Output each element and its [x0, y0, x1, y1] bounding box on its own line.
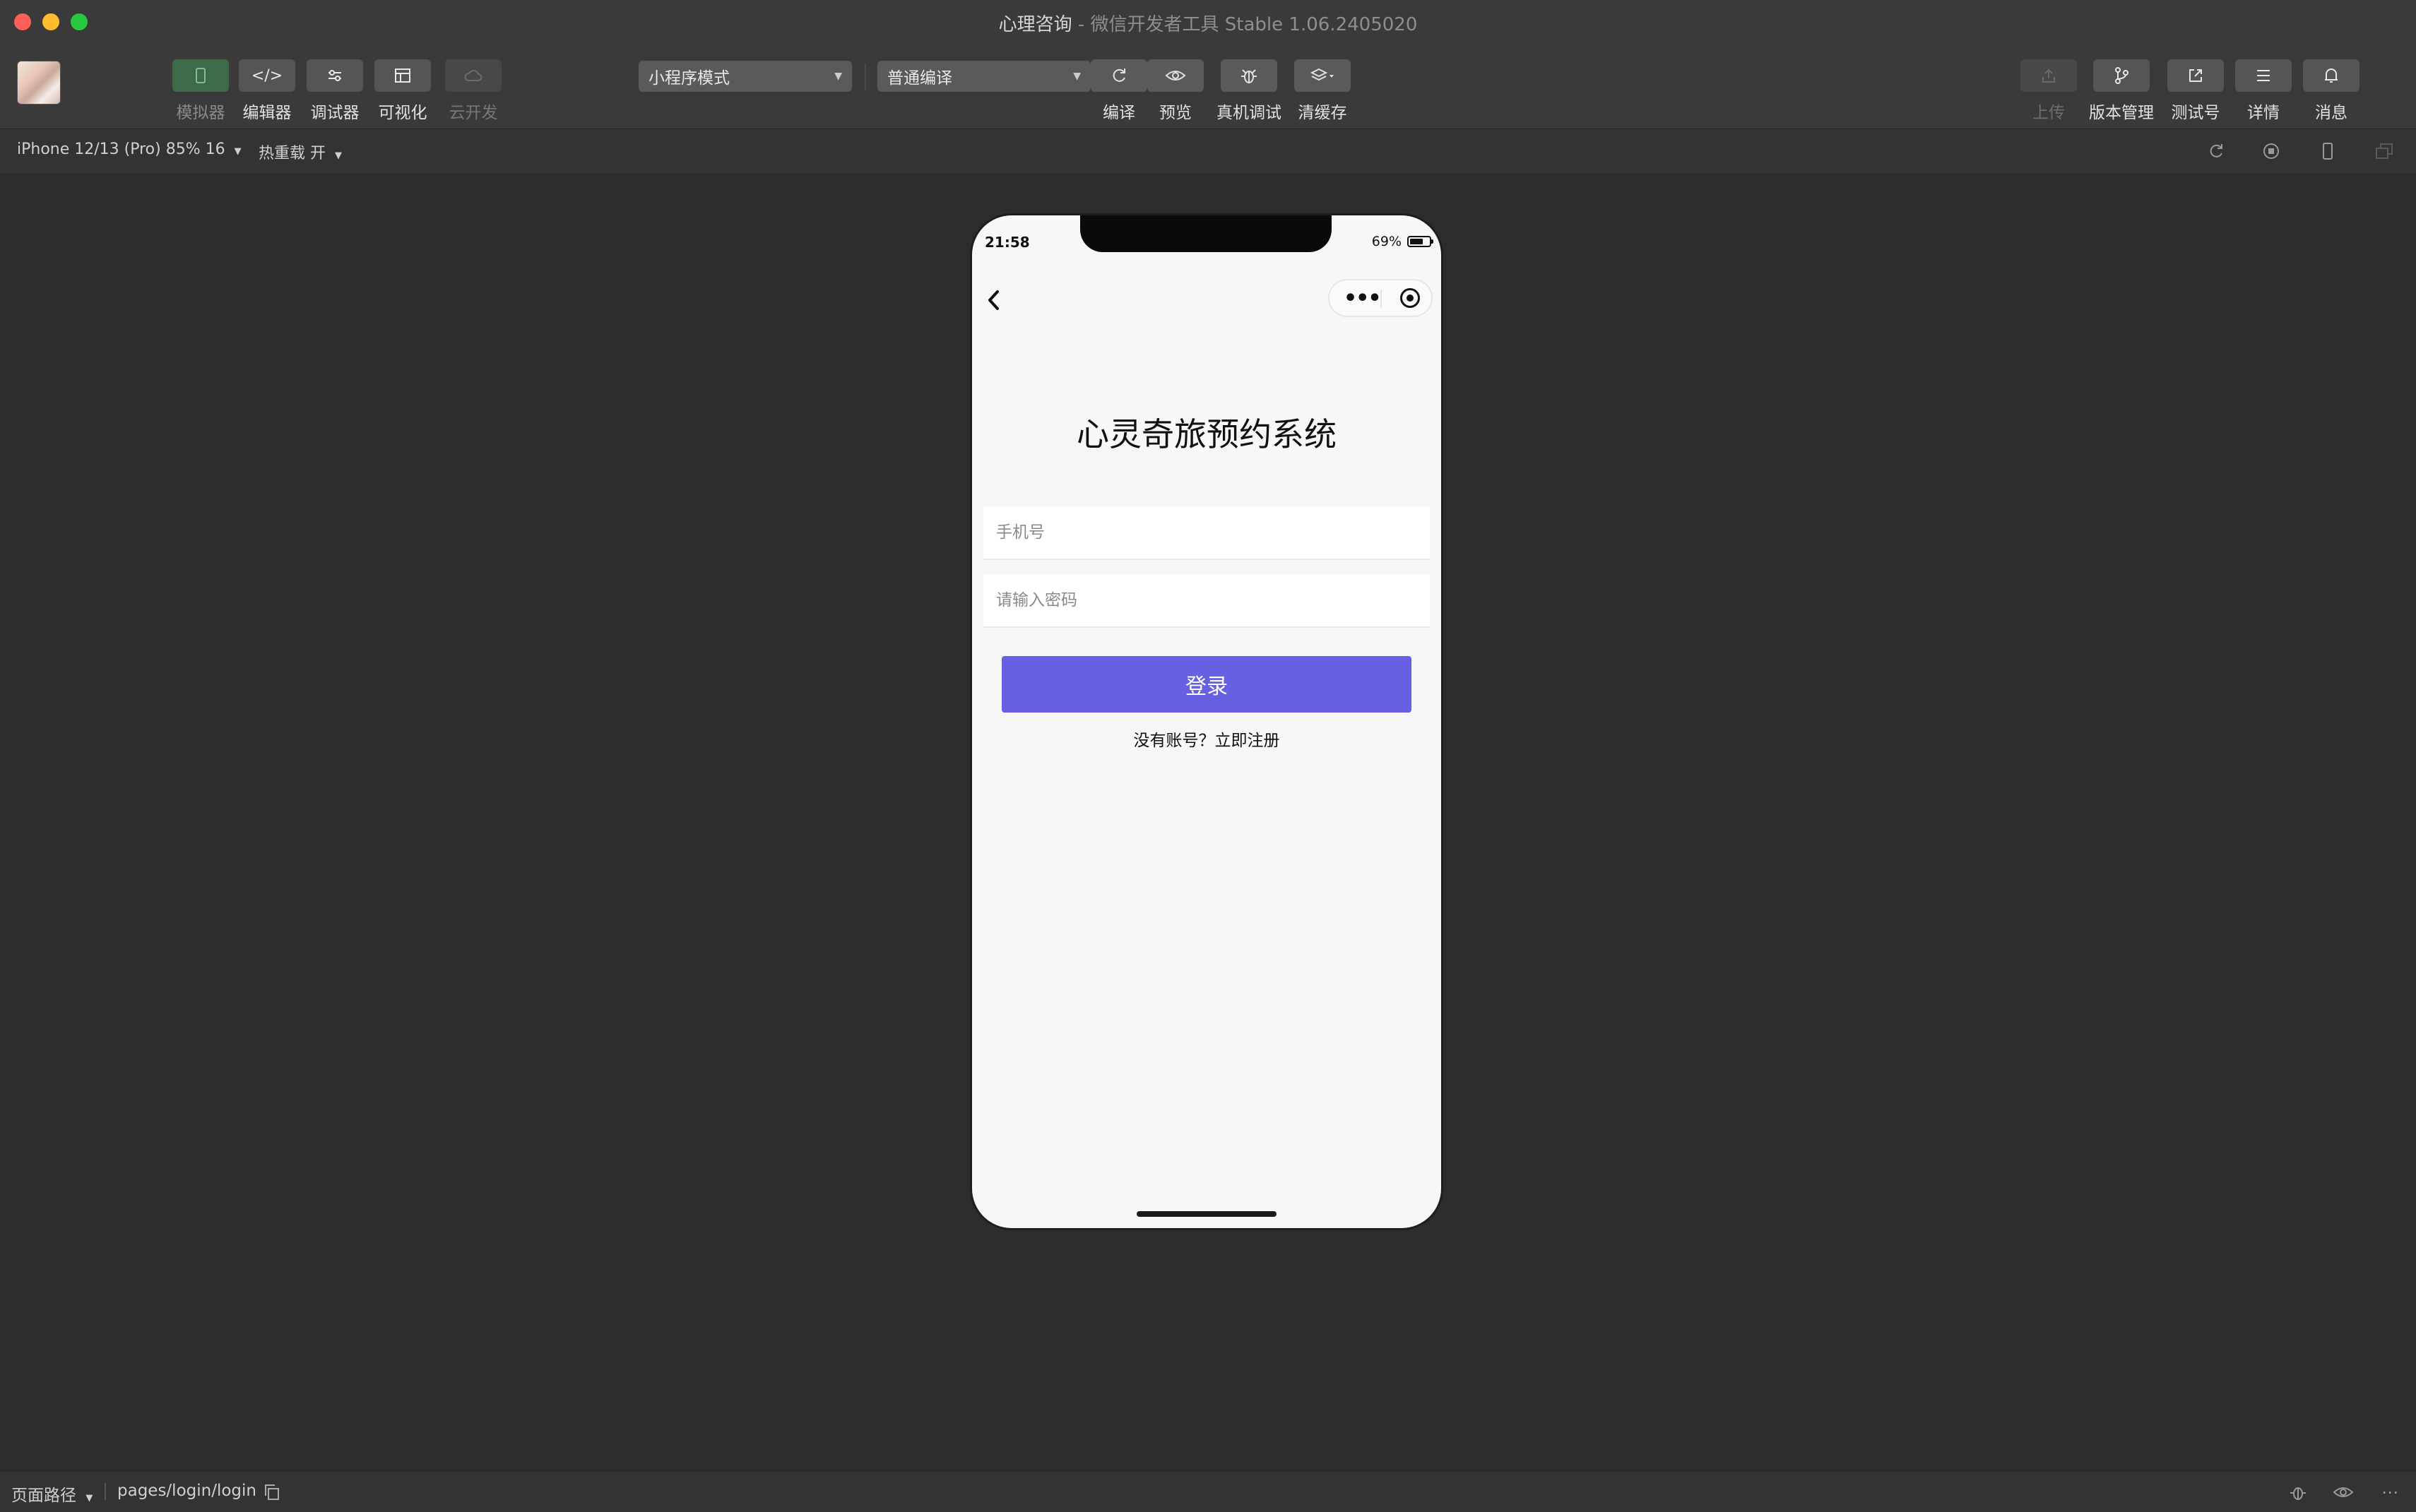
sliders-icon: [307, 59, 363, 92]
branch-icon: [2093, 59, 2150, 92]
simulator-label: 模拟器: [176, 104, 225, 122]
version-control-label: 版本管理: [2089, 104, 2154, 122]
compile-select-value: 普通编译: [887, 69, 952, 88]
bug-icon[interactable]: [2286, 1480, 2310, 1504]
page-title: 心灵奇旅预约系统: [1077, 415, 1337, 453]
stop-icon[interactable]: [2261, 141, 2282, 162]
caret-down-icon: ▼: [335, 150, 342, 161]
phone-notch: [1080, 215, 1332, 252]
visual-label: 可视化: [378, 104, 427, 122]
compile-button[interactable]: 编译: [1091, 59, 1147, 123]
simulator-button[interactable]: 模拟器: [165, 59, 236, 123]
hot-reload-value: 热重载 开: [259, 145, 326, 162]
debugger-button[interactable]: 调试器: [300, 59, 370, 123]
debugger-label: 调试器: [310, 104, 360, 122]
window-title: 心理咨询 - 微信开发者工具 Stable 1.06.2405020: [0, 10, 2416, 36]
phone-icon: [172, 59, 229, 92]
phone-number-field[interactable]: [983, 506, 1430, 560]
clear-cache-label: 清缓存: [1298, 104, 1347, 122]
bell-icon: [2303, 59, 2359, 92]
title-bar: 心理咨询 - 微信开发者工具 Stable 1.06.2405020: [0, 0, 2416, 42]
bottom-status-bar: 页面路径 ▼ pages/login/login ⋯: [0, 1471, 2416, 1512]
mini-program-capsule: •••: [1328, 279, 1433, 317]
upload-icon: [2020, 59, 2077, 92]
preview-label: 预览: [1159, 104, 1192, 122]
device-select[interactable]: iPhone 12/13 (Pro) 85% 16 ▼: [17, 141, 242, 158]
main-toolbar: 模拟器 </> 编辑器 调试器 可视化 云开发 小程序模式 ▼ 普通编译 ▼ 编…: [0, 42, 2416, 129]
external-link-icon: [2167, 59, 2224, 92]
close-target-icon[interactable]: [1400, 288, 1420, 308]
mode-select-value: 小程序模式: [649, 69, 730, 88]
home-indicator: [1137, 1211, 1277, 1217]
caret-down-icon: ▼: [85, 1493, 93, 1504]
test-account-label: 测试号: [2171, 104, 2220, 122]
upload-button[interactable]: 上传: [2020, 59, 2077, 123]
project-avatar[interactable]: [17, 61, 61, 105]
phone-number-input[interactable]: [983, 506, 1430, 559]
version-control-button[interactable]: 版本管理: [2083, 59, 2160, 123]
menu-icon: [2235, 59, 2292, 92]
register-link[interactable]: 没有账号？立即注册: [972, 727, 1441, 751]
reload-icon[interactable]: [2205, 141, 2227, 162]
device-rotate-icon[interactable]: [2317, 141, 2338, 162]
visual-button[interactable]: 可视化: [367, 59, 438, 123]
messages-label: 消息: [2315, 104, 2347, 122]
window-title-suffix: - 微信开发者工具 Stable 1.06.2405020: [1072, 14, 1418, 35]
status-battery: 69%: [1371, 234, 1433, 249]
refresh-icon: [1091, 59, 1147, 92]
compile-label: 编译: [1103, 104, 1135, 122]
page-path-value: pages/login/login: [117, 1482, 256, 1500]
more-icon[interactable]: ⋯: [2378, 1480, 2402, 1504]
bug-icon: [1221, 59, 1277, 92]
device-select-value: iPhone 12/13 (Pro) 85% 16: [17, 141, 225, 158]
page-path-label: 页面路径: [11, 1487, 76, 1505]
capsule-divider: [1380, 290, 1382, 308]
phone-simulator: 21:58 69% ••• 心灵奇旅预约系统 登录 没有账号？立即注册: [972, 215, 1441, 1228]
details-button[interactable]: 详情: [2235, 59, 2292, 123]
detach-window-icon[interactable]: [2374, 141, 2395, 162]
hot-reload-toggle[interactable]: 热重载 开 ▼: [259, 141, 342, 163]
details-label: 详情: [2247, 104, 2280, 122]
password-field[interactable]: [983, 574, 1430, 628]
caret-down-icon: ▼: [834, 71, 842, 82]
eye-icon: [1147, 59, 1204, 92]
cloud-icon: [445, 59, 502, 92]
upload-label: 上传: [2032, 104, 2065, 122]
editor-button[interactable]: </> 编辑器: [232, 59, 302, 123]
messages-button[interactable]: 消息: [2303, 59, 2359, 123]
back-chevron-icon[interactable]: [983, 285, 1005, 316]
preview-button[interactable]: 预览: [1147, 59, 1204, 123]
code-icon: </>: [239, 59, 295, 92]
caret-down-icon: ▼: [234, 146, 242, 157]
simulator-subbar: iPhone 12/13 (Pro) 85% 16 ▼ 热重载 开 ▼: [0, 129, 2416, 174]
toolbar-divider: [865, 64, 866, 90]
clear-cache-button[interactable]: 清缓存: [1294, 59, 1351, 123]
mode-select[interactable]: 小程序模式 ▼: [639, 61, 852, 92]
login-button[interactable]: 登录: [1002, 656, 1411, 713]
battery-percent: 69%: [1371, 234, 1402, 249]
battery-icon: [1407, 236, 1433, 247]
caret-down-icon: ▼: [1073, 71, 1081, 82]
layers-icon: [1294, 59, 1351, 92]
page-path-select[interactable]: 页面路径 ▼: [11, 1482, 93, 1506]
real-device-debug-label: 真机调试: [1216, 104, 1281, 122]
compile-select[interactable]: 普通编译 ▼: [877, 61, 1091, 92]
real-device-debug-button[interactable]: 真机调试: [1214, 59, 1284, 123]
path-divider: [105, 1483, 106, 1500]
test-account-button[interactable]: 测试号: [2167, 59, 2224, 123]
status-time: 21:58: [985, 234, 1030, 251]
copy-icon[interactable]: [263, 1483, 281, 1501]
more-dots-icon[interactable]: •••: [1344, 286, 1382, 311]
password-input[interactable]: [983, 574, 1430, 626]
window-title-app: 心理咨询: [998, 14, 1072, 35]
cloud-dev-button[interactable]: 云开发: [438, 59, 509, 123]
cloud-dev-label: 云开发: [449, 104, 498, 122]
editor-label: 编辑器: [242, 104, 292, 122]
layout-icon: [374, 59, 431, 92]
eye-icon[interactable]: [2331, 1480, 2355, 1504]
